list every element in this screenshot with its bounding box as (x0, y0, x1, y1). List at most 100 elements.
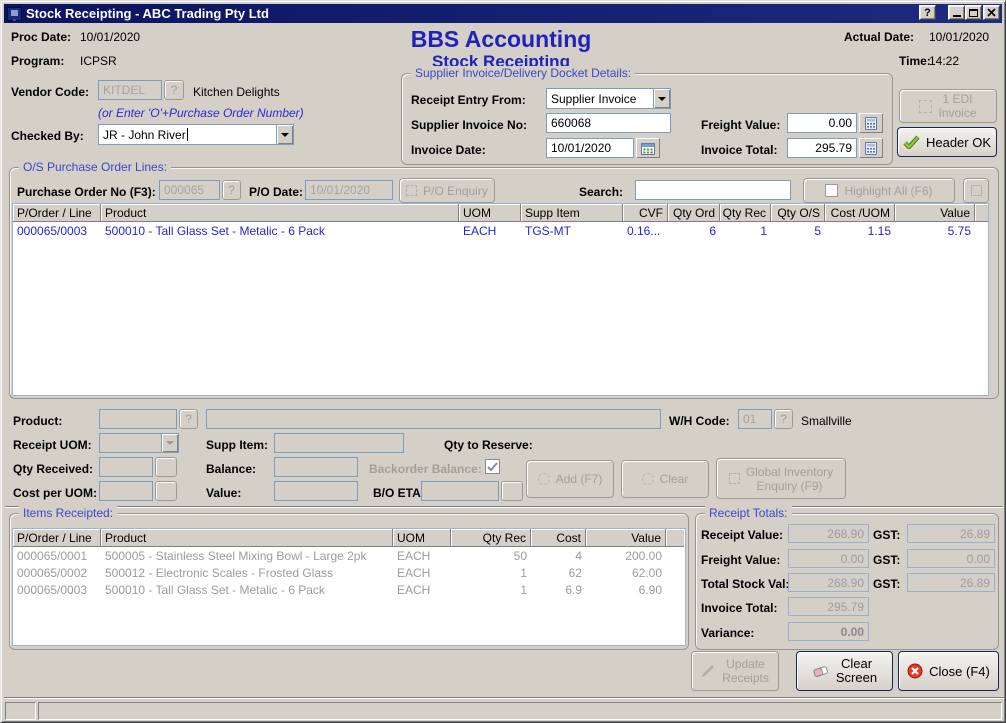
table-row[interactable]: 000065/0003 500010 - Tall Glass Set - Me… (13, 222, 988, 239)
add-button[interactable]: Add (F7) (526, 460, 614, 498)
supp-item-input[interactable] (274, 433, 404, 453)
clear-screen-button[interactable]: ClearScreen (796, 651, 893, 691)
invoice-total-total-label: Invoice Total: (701, 601, 777, 615)
balance-input[interactable] (274, 457, 358, 477)
table-row[interactable]: 000065/0003 500010 - Tall Glass Set - Me… (13, 581, 685, 598)
column-header[interactable]: UOM (459, 204, 521, 222)
cost-per-uom-button[interactable] (155, 481, 177, 501)
search-input[interactable] (635, 180, 791, 200)
proc-date-label: Proc Date: (11, 30, 71, 44)
bo-eta-input[interactable] (421, 481, 499, 501)
header-ok-label: Header OK (926, 135, 991, 150)
highlight-all-button[interactable]: Highlight All (F6) (803, 178, 955, 203)
cell-qty-ord: 6 (668, 224, 720, 238)
qty-received-label: Qty Received: (13, 462, 93, 476)
freight-gst-label: GST: (873, 553, 900, 567)
cell-po-line: 000065/0001 (13, 549, 101, 563)
po-enquiry-button[interactable]: P/O Enquiry (399, 178, 495, 203)
cell-po-line: 000065/0003 (13, 224, 101, 238)
table-row[interactable]: 000065/0001 500005 - Stainless Steel Mix… (13, 547, 685, 564)
table-row[interactable]: 000065/0002 500012 - Electronic Scales -… (13, 564, 685, 581)
column-header[interactable]: P/Order / Line (13, 204, 101, 222)
statusbar-message (38, 702, 1002, 720)
supplier-invoice-no-input[interactable]: 660068 (546, 113, 671, 133)
check-icon (487, 462, 498, 472)
freight-value-label: Freight Value: (701, 118, 780, 132)
cell-uom: EACH (459, 224, 521, 238)
cell-cost: 6.9 (531, 583, 586, 597)
backorder-balance-label: Backorder Balance: (369, 462, 482, 476)
column-header[interactable]: P/Order / Line (13, 529, 101, 547)
po-no-input[interactable]: 000065 (159, 180, 220, 200)
window-title: Stock Receipting - ABC Trading Pty Ltd (26, 6, 269, 21)
help-button[interactable]: ? (919, 5, 936, 20)
checked-by-dropdown-button[interactable] (276, 125, 293, 144)
vendor-code-input[interactable]: KITDEL (98, 80, 162, 100)
wh-code-input[interactable]: 01 (738, 409, 772, 429)
column-header[interactable]: Qty Rec (451, 529, 531, 547)
receipt-value-field: 268.90 (788, 524, 869, 543)
vendor-lookup-button[interactable]: ? (164, 80, 184, 100)
freight-calculator-button[interactable] (859, 113, 883, 133)
invoice-date-input[interactable]: 10/01/2020 (546, 138, 634, 158)
close-window-button[interactable] (983, 5, 1000, 20)
qty-received-input[interactable] (99, 457, 153, 477)
cell-po-line: 000065/0003 (13, 583, 101, 597)
receipt-uom-dropdown-button[interactable] (161, 434, 178, 452)
column-header[interactable]: Value (895, 204, 975, 222)
bo-eta-button[interactable] (501, 481, 523, 501)
update-receipts-label-2: Receipts (722, 671, 769, 685)
column-header[interactable]: Cost (531, 529, 586, 547)
backorder-balance-checkbox[interactable] (485, 459, 500, 474)
cost-per-uom-label: Cost per UOM: (13, 486, 97, 500)
product-description-input[interactable] (206, 409, 661, 429)
invoice-total-calculator-button[interactable] (859, 138, 883, 158)
chevron-down-icon (166, 441, 174, 449)
header-ok-button[interactable]: Header OK (897, 127, 997, 157)
minimize-icon (953, 15, 961, 17)
po-date-input[interactable]: 10/01/2020 (305, 180, 393, 200)
clear-button[interactable]: Clear (621, 460, 709, 498)
total-gst-label: GST: (873, 577, 900, 591)
product-lookup-button[interactable]: ? (179, 409, 198, 429)
receipt-uom-combobox[interactable] (99, 433, 179, 453)
update-receipts-button[interactable]: UpdateReceipts (691, 651, 779, 691)
vendor-code-label: Vendor Code: (11, 85, 89, 99)
cell-qty-rec: 50 (451, 549, 531, 563)
column-header[interactable]: Qty O/S (771, 204, 825, 222)
cell-po-line: 000065/0002 (13, 566, 101, 580)
invoice-date-calendar-button[interactable] (636, 138, 660, 158)
value-input[interactable] (274, 481, 358, 501)
close-button[interactable]: Close (F4) (898, 651, 999, 691)
wh-lookup-button[interactable]: ? (774, 409, 793, 429)
freight-total-field: 0.00 (788, 549, 869, 568)
invoice-total-input[interactable]: 295.79 (787, 138, 857, 158)
minimize-button[interactable] (948, 5, 965, 20)
column-header[interactable]: UOM (393, 529, 451, 547)
po-extra-button[interactable] (963, 178, 989, 203)
cost-per-uom-input[interactable] (99, 481, 153, 501)
maximize-button[interactable] (965, 5, 982, 20)
receipt-entry-dropdown-button[interactable] (653, 89, 670, 108)
freight-gst-field: 0.00 (907, 549, 995, 568)
maximize-icon (969, 9, 978, 17)
freight-value-input[interactable]: 0.00 (787, 113, 857, 133)
qty-received-button[interactable] (155, 457, 177, 477)
column-header[interactable]: CVF (623, 204, 668, 222)
column-header[interactable]: Qty Ord (668, 204, 720, 222)
global-inventory-enquiry-button[interactable]: Global InventoryEnquiry (F9) (716, 458, 846, 499)
po-no-label: Purchase Order No (F3): (17, 185, 156, 199)
po-lines-group-title: O/S Purchase Order Lines: (19, 160, 171, 174)
po-lookup-button[interactable]: ? (222, 180, 241, 200)
product-code-input[interactable] (99, 409, 177, 429)
column-header[interactable]: Value (586, 529, 666, 547)
column-header[interactable]: Supp Item (521, 204, 623, 222)
column-header[interactable]: Product (101, 529, 393, 547)
column-header[interactable]: Product (101, 204, 459, 222)
column-header[interactable]: Cost /UOM (825, 204, 895, 222)
checked-by-combobox[interactable]: JR - John River (98, 124, 294, 145)
receipt-entry-from-combobox[interactable]: Supplier Invoice (546, 88, 671, 109)
edi-invoice-button[interactable]: 1 EDIInvoice (899, 89, 997, 123)
actual-date-label: Actual Date: (844, 30, 914, 44)
column-header[interactable]: Qty Rec (720, 204, 771, 222)
